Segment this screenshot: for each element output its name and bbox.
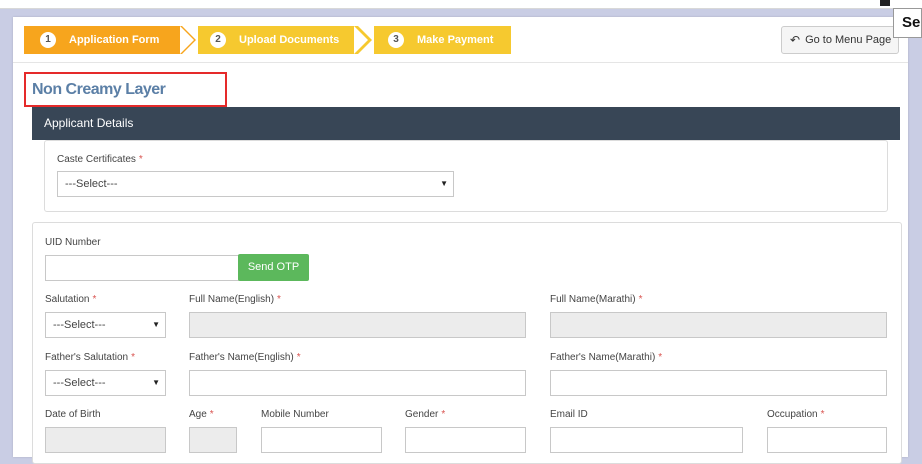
salutation-select-value: ---Select---	[53, 319, 106, 331]
mobile-input[interactable]	[261, 427, 382, 453]
father-name-marathi-input[interactable]	[550, 370, 887, 396]
wizard-step-application-form[interactable]: 1 Application Form	[24, 26, 182, 54]
father-salutation-select[interactable]: ---Select--- ▼	[45, 370, 166, 396]
salutation-label: Salutation *	[45, 294, 97, 305]
top-edge-mark	[880, 0, 890, 6]
age-label: Age *	[189, 409, 214, 420]
age-input[interactable]	[189, 427, 237, 453]
browser-top-strip	[0, 0, 922, 9]
chevron-down-icon: ▼	[152, 378, 160, 387]
gender-select[interactable]	[405, 427, 526, 453]
step-label: Application Form	[69, 34, 160, 46]
caste-label: Caste Certificates *	[57, 154, 143, 165]
email-input[interactable]	[550, 427, 743, 453]
father-name-english-input[interactable]	[189, 370, 526, 396]
occupation-select[interactable]	[767, 427, 887, 453]
uid-input[interactable]	[45, 255, 239, 281]
occupation-label: Occupation *	[767, 409, 825, 420]
fullname-english-label: Full Name(English) *	[189, 294, 281, 305]
mobile-label: Mobile Number	[261, 409, 329, 420]
father-salutation-label: Father's Salutation *	[45, 352, 135, 363]
wizard-step-make-payment[interactable]: 3 Make Payment	[374, 26, 511, 54]
father-name-english-label: Father's Name(English) *	[189, 352, 301, 363]
step-number: 2	[210, 32, 226, 48]
section-header: Applicant Details	[32, 107, 900, 140]
back-arrow-icon: ↶	[790, 33, 801, 47]
side-tab-label: Se	[902, 14, 921, 31]
fullname-marathi-input[interactable]	[550, 312, 887, 338]
wizard-steps: 1 Application Form 2 Upload Documents 3 …	[24, 26, 514, 54]
caste-select-value: ---Select---	[65, 178, 118, 190]
go-to-menu-button[interactable]: ↶ Go to Menu Page	[781, 26, 899, 54]
salutation-select[interactable]: ---Select--- ▼	[45, 312, 166, 338]
step-separator	[180, 26, 194, 54]
gender-label: Gender *	[405, 409, 446, 420]
chevron-down-icon: ▼	[440, 179, 448, 188]
chevron-down-icon: ▼	[152, 320, 160, 329]
father-salutation-select-value: ---Select---	[53, 377, 106, 389]
caste-select[interactable]: ---Select--- ▼	[57, 171, 454, 197]
dob-input[interactable]	[45, 427, 166, 453]
page-title: Non Creamy Layer Certificate	[24, 72, 227, 129]
uid-label: UID Number	[45, 237, 101, 248]
step-label: Make Payment	[417, 34, 494, 46]
dob-label: Date of Birth	[45, 409, 101, 420]
wizard-step-upload-documents[interactable]: 2 Upload Documents	[198, 26, 358, 54]
step-number: 3	[388, 32, 404, 48]
divider	[13, 62, 908, 63]
step-number: 1	[40, 32, 56, 48]
email-label: Email ID	[550, 409, 588, 420]
step-label: Upload Documents	[239, 34, 340, 46]
fullname-marathi-label: Full Name(Marathi) *	[550, 294, 643, 305]
father-name-marathi-label: Father's Name(Marathi) *	[550, 352, 663, 363]
side-tab[interactable]: Se	[893, 8, 922, 38]
send-otp-button[interactable]: Send OTP	[238, 254, 309, 281]
go-to-menu-label: Go to Menu Page	[805, 34, 892, 46]
fullname-english-input[interactable]	[189, 312, 526, 338]
step-separator	[354, 26, 368, 54]
